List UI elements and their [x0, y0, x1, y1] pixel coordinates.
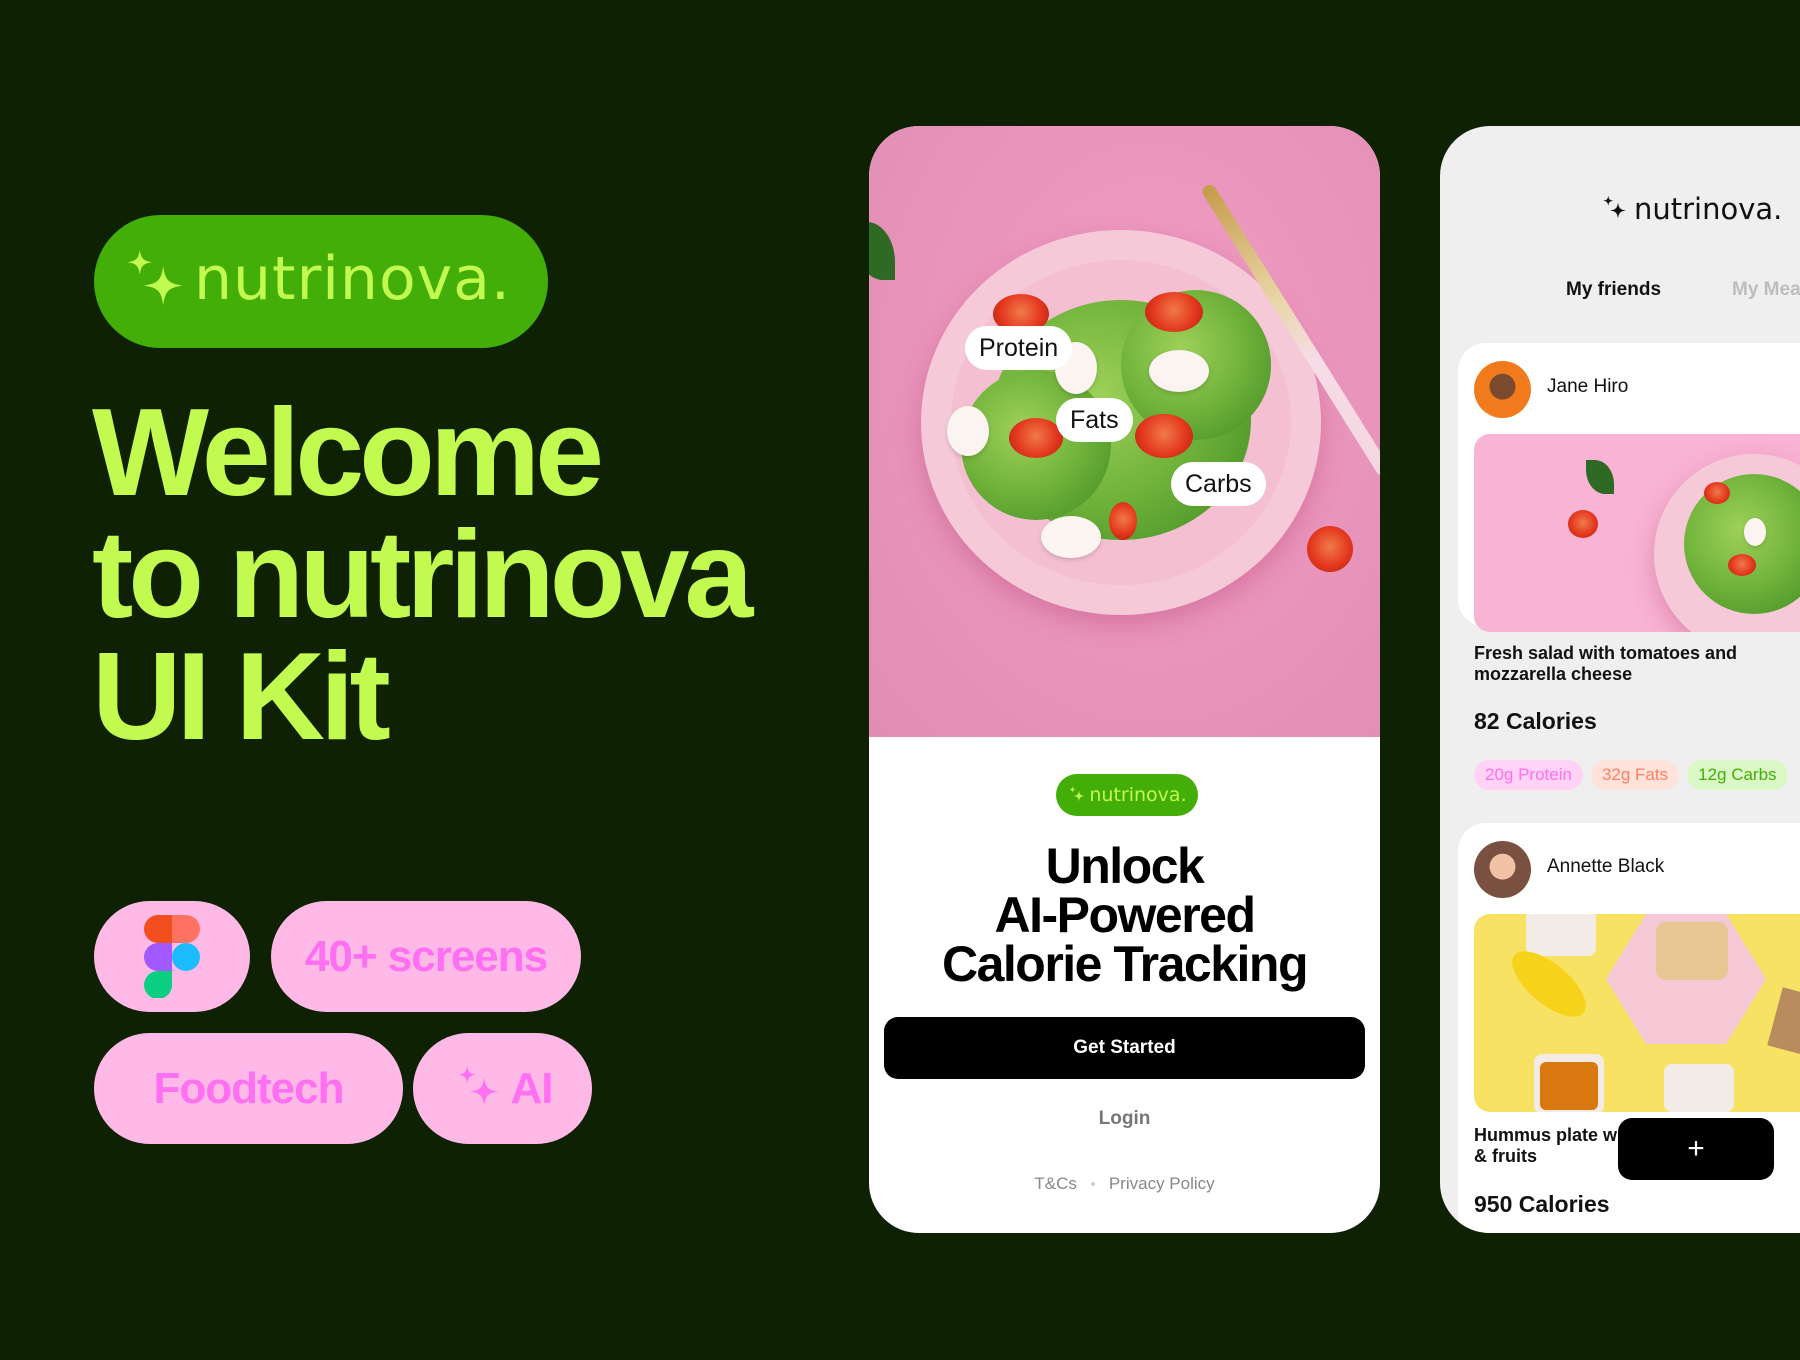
brand-logo-small: nutrinova.: [1056, 774, 1198, 816]
app-logo: nutrinova.: [1600, 192, 1782, 226]
meal-title: Fresh salad with tomatoes and mozzarella…: [1474, 643, 1738, 684]
meal-calories: 950 Calories: [1474, 1191, 1610, 1217]
sparkle-icon: [120, 246, 192, 318]
meal-calories: 82 Calories: [1474, 708, 1597, 734]
add-meal-button[interactable]: +: [1618, 1118, 1774, 1180]
hero-headline: Welcome to nutrinova UI Kit: [92, 384, 753, 766]
terms-link[interactable]: T&Cs: [1034, 1174, 1077, 1194]
macro-chips: 20g Protein 32g Fats 12g Carbs: [1474, 760, 1788, 790]
chip-protein: 20g Protein: [1474, 760, 1583, 790]
figma-logo-icon: [144, 915, 200, 998]
tag-foodtech: Foodtech: [94, 1033, 403, 1144]
tag-ai-label: AI: [510, 1063, 554, 1113]
macro-label-fats: Fats: [1056, 398, 1133, 442]
chip-carbs: 12g Carbs: [1687, 760, 1788, 790]
tab-my-meals[interactable]: My Meals: [1732, 279, 1800, 301]
tag-ai: AI: [413, 1033, 592, 1144]
tag-figma: [94, 901, 250, 1012]
legal-links: T&Cs Privacy Policy: [869, 1174, 1380, 1194]
welcome-title: Unlock AI-Powered Calorie Tracking: [941, 838, 1309, 992]
avatar: [1474, 361, 1531, 418]
sparkle-icon: [1600, 194, 1630, 224]
meal-photo: [1474, 434, 1800, 632]
brand-logo-pill: nutrinova.: [94, 215, 548, 348]
sparkle-icon: [453, 1063, 505, 1115]
post-author: Annette Black: [1547, 856, 1665, 877]
tab-my-friends[interactable]: My friends: [1566, 279, 1661, 301]
salad-hero-image: Protein Fats Carbs: [869, 126, 1380, 737]
chip-fats: 32g Fats: [1590, 760, 1680, 790]
friends-feed-screen: nutrinova. My friends My Meals Jane Hiro…: [1440, 126, 1800, 1233]
meal-photo: [1474, 914, 1800, 1112]
login-button[interactable]: Login: [869, 1108, 1380, 1130]
privacy-policy-link[interactable]: Privacy Policy: [1109, 1174, 1215, 1194]
macro-label-protein: Protein: [965, 326, 1073, 370]
brand-name: nutrinova.: [1634, 192, 1783, 226]
avatar: [1474, 841, 1531, 898]
sparkle-icon: [1067, 785, 1087, 805]
post-author: Jane Hiro: [1547, 376, 1629, 397]
welcome-screen: Protein Fats Carbs nutrinova. Unlock AI-…: [869, 126, 1380, 1233]
brand-name: nutrinova.: [1089, 784, 1187, 806]
feed-post[interactable]: Jane Hiro Fresh salad with tomatoes and …: [1458, 343, 1800, 790]
tag-screens: 40+ screens: [271, 901, 581, 1012]
brand-name: nutrinova.: [194, 243, 512, 314]
separator-dot: [1090, 1182, 1095, 1186]
macro-label-carbs: Carbs: [1171, 462, 1266, 506]
get-started-button[interactable]: Get Started: [884, 1017, 1365, 1079]
spinach-leaf: [869, 222, 895, 280]
